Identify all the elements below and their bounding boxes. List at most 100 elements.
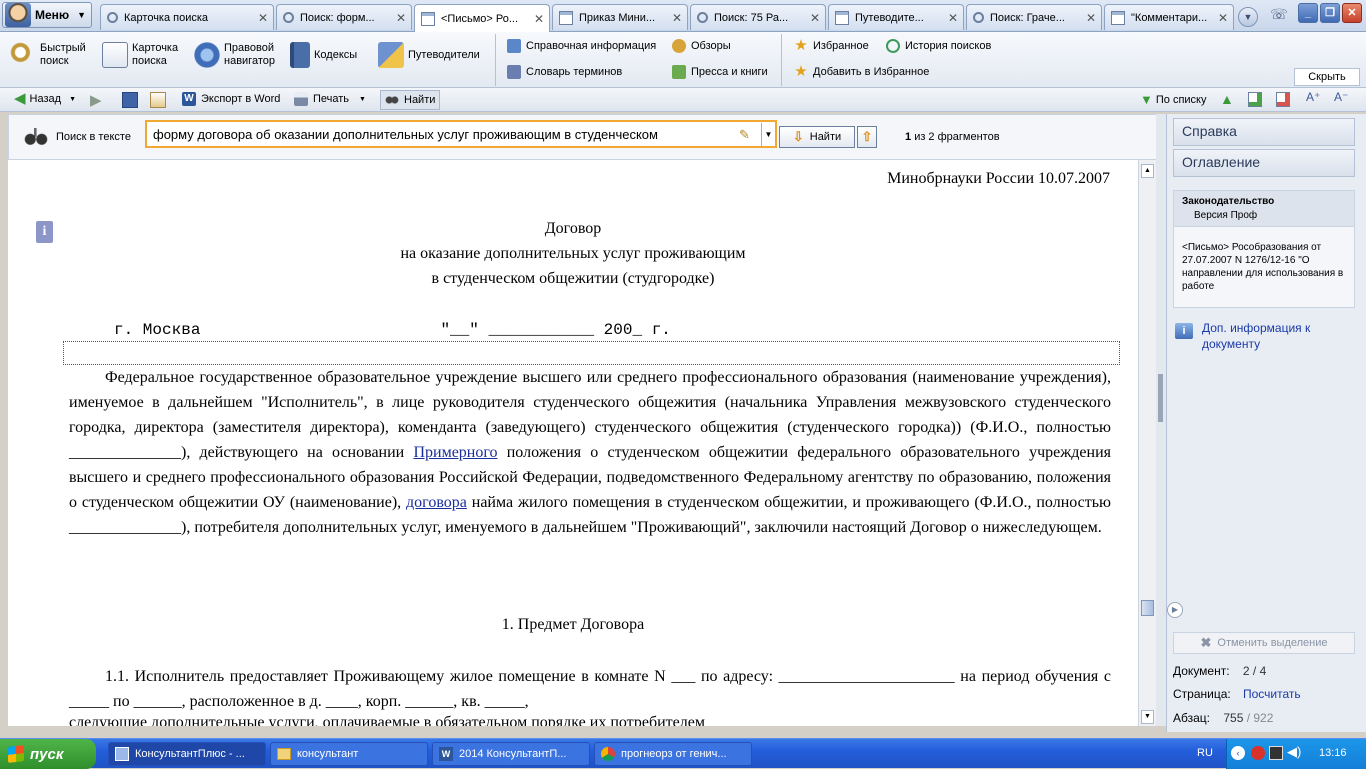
contents-button[interactable]: Оглавление bbox=[1173, 149, 1355, 177]
close-icon[interactable]: ✕ bbox=[670, 11, 684, 25]
start-label: пуск bbox=[30, 745, 64, 763]
add-favorites-button[interactable]: ★ Добавить в Избранное bbox=[794, 64, 930, 79]
search-result-counter: 1 из 2 фрагментов bbox=[905, 131, 1000, 143]
history-icon bbox=[886, 39, 900, 53]
taskbar-item-folder[interactable]: консультант bbox=[270, 742, 428, 766]
by-list-button[interactable]: ▼ По списку bbox=[1140, 92, 1207, 107]
cancel-selection-button[interactable]: ✖ Отменить выделение bbox=[1173, 632, 1355, 654]
search-history-button[interactable]: История поисков bbox=[886, 39, 991, 53]
network-icon[interactable] bbox=[1269, 746, 1283, 760]
close-icon[interactable]: ✕ bbox=[256, 11, 270, 25]
document-scrollbar[interactable]: ▲ ▼ bbox=[1138, 160, 1156, 726]
reference-info-button[interactable]: Справочная информация bbox=[507, 39, 656, 53]
search-icon bbox=[107, 12, 118, 23]
tab-order[interactable]: Приказ Мини... ✕ bbox=[552, 4, 688, 30]
collapse-arrow-icon[interactable]: ▶ bbox=[1167, 602, 1183, 618]
help-button[interactable]: Справка bbox=[1173, 118, 1355, 146]
print-button[interactable]: Печать ▼ bbox=[294, 92, 366, 106]
glossary-icon bbox=[507, 65, 521, 79]
reviews-button[interactable]: Обзоры bbox=[672, 39, 731, 53]
tab-label: <Письмо> Ро... bbox=[441, 12, 519, 25]
guides-button[interactable]: Путеводители bbox=[378, 42, 480, 68]
zoom-out-icon[interactable]: A⁻ bbox=[1334, 90, 1348, 104]
splitter-grip[interactable] bbox=[1158, 374, 1163, 422]
legal-navigator-button[interactable]: Правовой навигатор bbox=[194, 42, 275, 68]
close-icon[interactable]: ✕ bbox=[808, 11, 822, 25]
glossary-button[interactable]: Словарь терминов bbox=[507, 65, 622, 79]
start-button[interactable]: пуск bbox=[0, 739, 96, 769]
press-books-button[interactable]: Пресса и книги bbox=[672, 65, 768, 79]
taskbar-item-label: 2014 КонсультантП... bbox=[459, 748, 567, 760]
save-icon[interactable] bbox=[122, 92, 138, 108]
lease-contract-link[interactable]: договора bbox=[406, 494, 467, 511]
binoculars-icon bbox=[385, 93, 399, 107]
chevron-down-icon[interactable]: ▼ bbox=[761, 123, 775, 147]
scroll-up-arrow[interactable]: ▲ bbox=[1141, 164, 1154, 178]
taskbar-item-consultant[interactable]: КонсультантПлюс - ... bbox=[108, 742, 266, 766]
minimize-button[interactable]: _ bbox=[1298, 3, 1318, 23]
count-pages-link[interactable]: Посчитать bbox=[1243, 687, 1301, 701]
close-icon[interactable]: ✕ bbox=[394, 11, 408, 25]
quick-search-label: Быстрый поиск bbox=[40, 42, 86, 67]
doc-counter: Документ: 2 / 4 bbox=[1173, 664, 1266, 678]
chevron-down-icon: ▼ bbox=[359, 95, 366, 103]
model-regulation-link[interactable]: Примерного bbox=[413, 444, 497, 461]
search-in-text-input[interactable] bbox=[145, 120, 777, 148]
hide-toolbar-button[interactable]: Скрыть bbox=[1294, 68, 1360, 86]
close-icon[interactable]: ✕ bbox=[1216, 11, 1230, 25]
taskbar-item-label: КонсультантПлюс - ... bbox=[135, 748, 245, 760]
scroll-down-arrow[interactable]: ▼ bbox=[1141, 710, 1154, 724]
contract-subtitle-1: на оказание дополнительных услуг прожива… bbox=[400, 245, 746, 262]
search-card-button[interactable]: Карточка поиска bbox=[102, 42, 178, 68]
antivirus-icon[interactable] bbox=[1251, 746, 1265, 760]
tab-search-form[interactable]: Поиск: форм... ✕ bbox=[276, 4, 412, 30]
tab-comment[interactable]: "Комментари... ✕ bbox=[1104, 4, 1234, 30]
close-window-button[interactable]: ✕ bbox=[1342, 3, 1362, 23]
taskbar-item-word[interactable]: W 2014 КонсультантП... bbox=[432, 742, 590, 766]
selection-box bbox=[63, 341, 1120, 365]
taskbar-item-chrome[interactable]: прогнеорз от генич... bbox=[594, 742, 752, 766]
find-previous-button[interactable]: ⇧ bbox=[857, 126, 877, 148]
quick-search-button[interactable]: Быстрый поиск bbox=[10, 42, 86, 68]
volume-icon[interactable]: ◀) bbox=[1287, 744, 1301, 760]
add-favorites-label: Добавить в Избранное bbox=[813, 66, 930, 78]
doc-remove-icon[interactable] bbox=[1276, 92, 1290, 107]
chrome-icon bbox=[601, 747, 615, 761]
doc-nav-icon[interactable] bbox=[1248, 92, 1262, 107]
maximize-button[interactable]: ❐ bbox=[1320, 3, 1340, 23]
tray-arrow-icon[interactable]: ‹ bbox=[1231, 746, 1245, 760]
find-toolbar-button[interactable]: Найти bbox=[380, 90, 441, 110]
close-icon[interactable]: ✕ bbox=[532, 12, 546, 26]
tab-search-75[interactable]: Поиск: 75 Ра... ✕ bbox=[690, 4, 826, 30]
codes-button[interactable]: Кодексы bbox=[290, 42, 357, 68]
favorites-button[interactable]: ★ Избранное bbox=[794, 38, 868, 53]
document-icon bbox=[421, 11, 435, 26]
eraser-icon[interactable]: ✎ bbox=[739, 127, 750, 143]
paragraph-counter-label: Абзац: bbox=[1173, 711, 1210, 725]
back-button[interactable]: ◀ Назад ▼ bbox=[14, 91, 76, 106]
extra-info-link[interactable]: Доп. информация к документу bbox=[1202, 320, 1352, 352]
arrow-up-icon[interactable]: ▲ bbox=[1220, 91, 1234, 107]
printer-icon bbox=[294, 92, 308, 106]
phone-icon[interactable]: ☏ bbox=[1268, 6, 1290, 26]
clock: 13:16 bbox=[1319, 747, 1347, 759]
open-folder-icon[interactable] bbox=[150, 92, 166, 108]
print-label: Печать bbox=[313, 93, 350, 105]
export-word-button[interactable]: W Экспорт в Word bbox=[182, 92, 280, 106]
zoom-in-icon[interactable]: A⁺ bbox=[1306, 90, 1320, 104]
tab-search-grache[interactable]: Поиск: Граче... ✕ bbox=[966, 4, 1102, 30]
language-indicator[interactable]: RU bbox=[1197, 747, 1213, 759]
close-icon[interactable]: ✕ bbox=[946, 11, 960, 25]
tab-guide[interactable]: Путеводите... ✕ bbox=[828, 4, 964, 30]
menu-button[interactable]: Меню ▼ bbox=[2, 2, 92, 28]
document-viewer[interactable]: - - - Минобрнауки России 10.07.2007 i До… bbox=[8, 160, 1138, 726]
tab-list-dropdown[interactable]: ▼ bbox=[1238, 7, 1258, 27]
find-in-text-button[interactable]: ⇩ Найти bbox=[779, 126, 855, 148]
close-icon[interactable]: ✕ bbox=[1084, 11, 1098, 25]
scroll-thumb[interactable] bbox=[1141, 600, 1154, 616]
pane-splitter[interactable] bbox=[1156, 114, 1166, 726]
arrow-right-icon[interactable]: ▶ bbox=[90, 91, 102, 109]
reference-info-label: Справочная информация bbox=[526, 40, 657, 52]
tab-search-card[interactable]: Карточка поиска ✕ bbox=[100, 4, 274, 30]
tab-letter[interactable]: <Письмо> Ро... ✕ bbox=[414, 4, 550, 32]
